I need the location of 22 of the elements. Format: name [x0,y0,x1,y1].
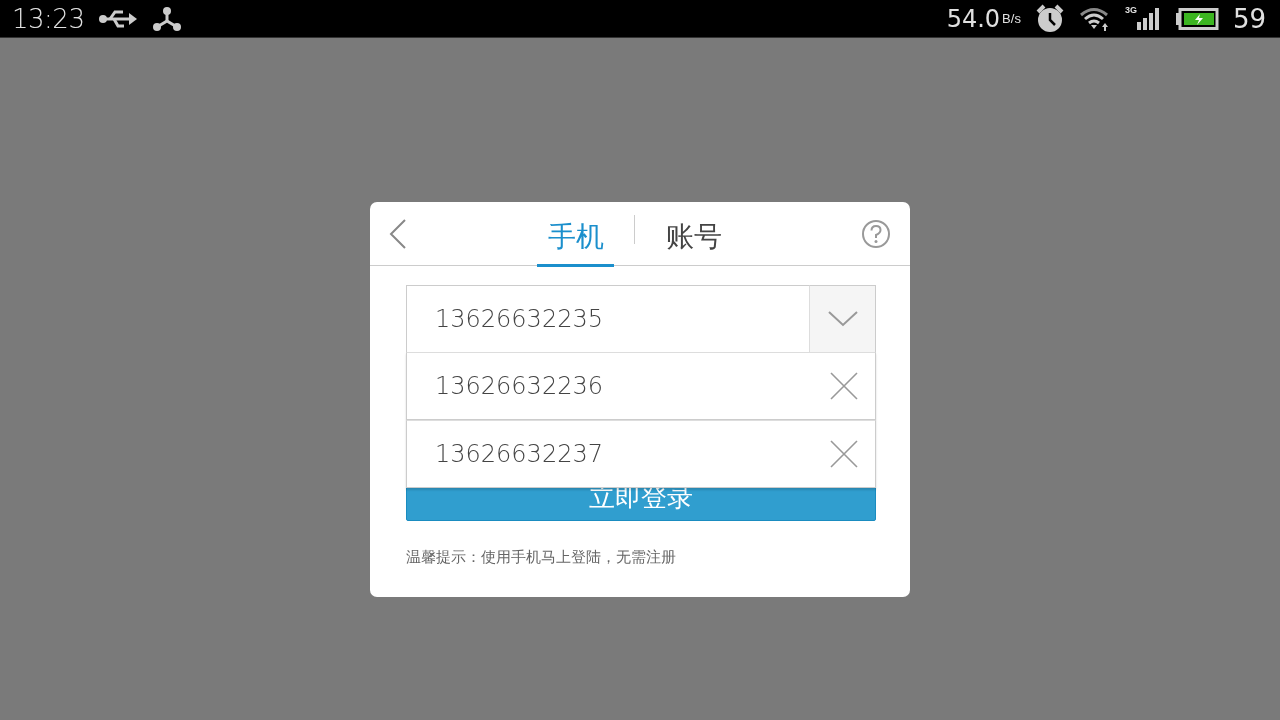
network-speed: 54.0 [946,4,1001,33]
history-item[interactable]: 13626632236 [406,352,876,420]
signal-icon [1136,5,1161,32]
battery-icon [1174,7,1219,30]
hint-text: 温馨提示：使用手机马上登陆，无需注册 [406,548,677,567]
network-type: 3G [1124,5,1137,15]
help-icon[interactable] [861,218,891,249]
speed-unit: B/s [1002,12,1021,25]
chevron-down-icon [827,311,858,327]
phone-field[interactable]: 13626632235 [406,285,809,353]
close-icon[interactable] [829,371,859,401]
alarm-icon [1034,3,1065,34]
share-icon [152,5,183,32]
wifi-icon [1078,5,1111,32]
clock-time: 13:23 [12,3,85,34]
dropdown-toggle[interactable] [809,285,876,353]
history-item[interactable]: 13626632237 [406,420,876,488]
tab[interactable]: 账号 [655,201,732,267]
tab[interactable]: 手机 [537,201,614,267]
battery-level: 59 [1232,3,1266,34]
close-icon[interactable] [829,439,859,469]
back-icon[interactable] [388,217,408,250]
